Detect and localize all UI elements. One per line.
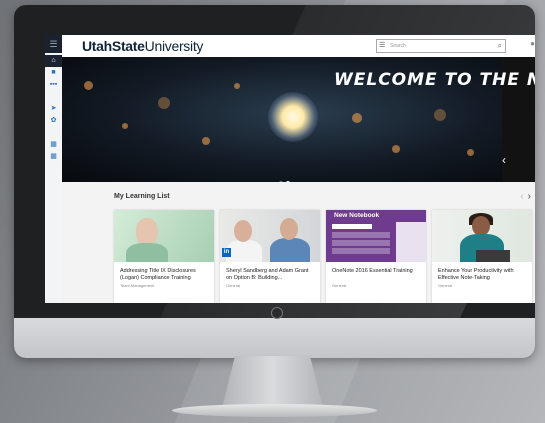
course-category: General [226,283,241,288]
linkedin-icon: in [222,248,231,257]
calendar-icon[interactable]: ▦ [45,139,62,151]
course-category: General [332,283,347,288]
course-card[interactable]: Addressing Title IX Disclosures (Logan) … [114,210,214,303]
course-category: Team Management [120,283,155,288]
course-card[interactable]: New Notebook OneNote 2016 Essential Trai… [326,210,426,303]
course-thumbnail [432,210,532,262]
course-title: OneNote 2016 Essential Training [332,268,413,274]
course-title: Sheryl Sandberg and Adam Grant on Option… [226,268,309,281]
book-icon[interactable]: ■ [45,67,62,79]
monitor-frame: ☰ ⌂ ■ ▪▪▪ ➤ ✿ ▦ ▦ UtahStateUniversity ☰ … [14,5,535,358]
grid-icon[interactable]: ▪▪▪ [45,79,62,91]
search-placeholder: Search [390,43,406,49]
learning-list-section: My Learning List ‹ › Addressing Title IX … [62,182,535,303]
chevron-right-icon[interactable]: › [528,191,531,202]
left-sidebar: ☰ ⌂ ■ ▪▪▪ ➤ ✿ ▦ ▦ [45,35,63,303]
course-card[interactable]: Enhance Your Productivity with Effective… [432,210,532,303]
monitor-chin [14,318,535,358]
home-icon[interactable]: ⌂ [45,55,62,67]
thumbnail-heading: New Notebook [334,212,380,219]
monitor-base [172,404,377,417]
settings-icon[interactable]: ✿ [45,115,62,127]
screen: ☰ ⌂ ■ ▪▪▪ ➤ ✿ ▦ ▦ UtahStateUniversity ☰ … [45,35,535,303]
user-icon[interactable]: ● [530,39,535,48]
section-nav: ‹ › [520,191,531,202]
university-logo[interactable]: UtahStateUniversity [82,38,203,54]
carousel-dots [279,172,293,182]
lightbulb-image [268,92,318,142]
course-category: General [438,283,453,288]
calendar-icon[interactable]: ▦ [45,151,62,163]
course-card[interactable]: in Sheryl Sandberg and Adam Grant on Opt… [220,210,320,303]
hero-title: WELCOME TO THE NEW I [334,70,535,90]
chevron-left-icon[interactable]: ‹ [502,153,506,167]
course-thumbnail [114,210,214,262]
hero-banner: WELCOME TO THE NEW I ‹ [62,57,535,182]
section-title: My Learning List [114,193,170,200]
search-input[interactable]: ☰ Search ⌕ [376,39,506,53]
send-icon[interactable]: ➤ [45,103,62,115]
hamburger-icon[interactable]: ☰ [45,35,62,53]
course-thumbnail: New Notebook [326,210,426,262]
search-icon[interactable]: ⌕ [498,40,502,52]
menu-icon[interactable]: ☰ [379,41,385,51]
camera-icon [271,307,283,319]
chevron-left-icon[interactable]: ‹ [520,191,523,202]
course-thumbnail: in [220,210,320,262]
course-title: Enhance Your Productivity with Effective… [438,268,514,281]
top-bar: UtahStateUniversity ☰ Search ⌕ ● [62,35,535,58]
course-title: Addressing Title IX Disclosures (Logan) … [120,268,196,281]
